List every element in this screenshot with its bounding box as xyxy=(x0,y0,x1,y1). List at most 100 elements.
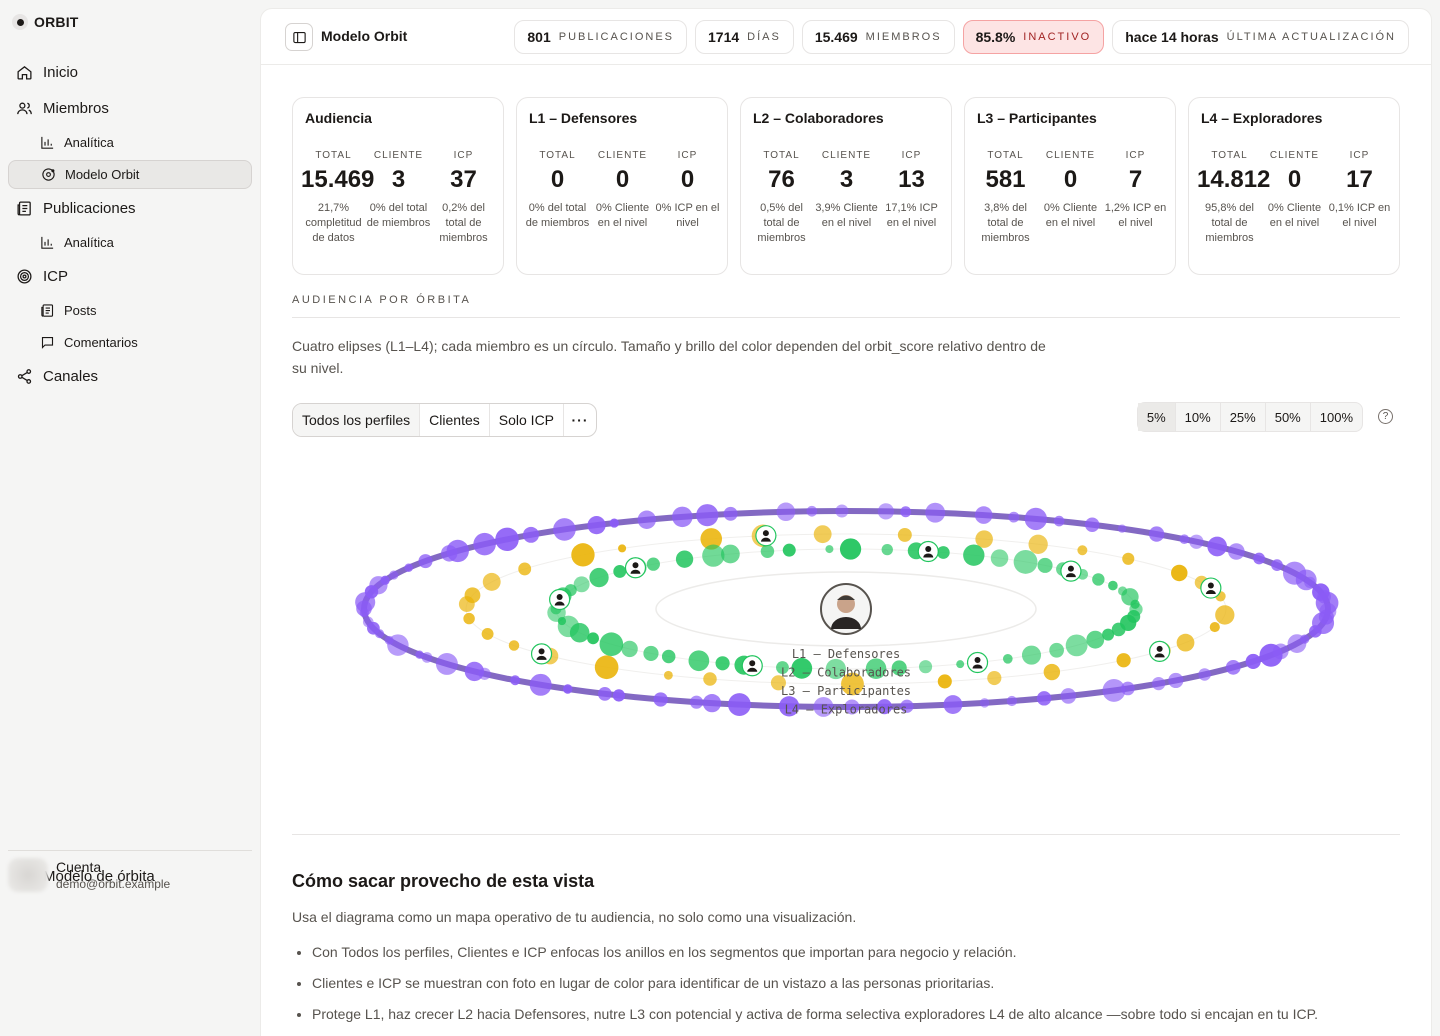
sidebar-item-icp[interactable]: ICP xyxy=(8,260,252,292)
member-dot-l2[interactable] xyxy=(1130,599,1140,609)
filter-button[interactable]: Solo ICP xyxy=(490,404,565,436)
sidebar-item-publicaciones[interactable]: Publicaciones xyxy=(8,192,252,224)
member-dot-l4[interactable] xyxy=(776,502,796,522)
member-dot-l2[interactable] xyxy=(675,550,694,568)
member-dot-l2[interactable] xyxy=(1021,645,1042,665)
member-dot-l4[interactable] xyxy=(1198,668,1211,681)
member-dot-l4[interactable] xyxy=(637,510,657,529)
member-dot-l2[interactable] xyxy=(720,544,740,564)
member-dot-l3[interactable] xyxy=(663,670,673,680)
member-dot-l3[interactable] xyxy=(1215,605,1235,625)
member-dot-l4[interactable] xyxy=(473,532,496,556)
member-dot-l2[interactable] xyxy=(643,645,659,661)
member-dot-l4[interactable] xyxy=(1245,653,1261,669)
member-dot-l4[interactable] xyxy=(1008,511,1020,523)
icp-member-avatar[interactable] xyxy=(1200,577,1222,599)
member-dot-l4[interactable] xyxy=(389,570,399,580)
sidebar-item-comentarios[interactable]: Comentarios xyxy=(8,328,252,357)
brand-logo[interactable]: ORBIT xyxy=(12,14,79,30)
member-dot-l3[interactable] xyxy=(703,672,717,686)
member-dot-l2[interactable] xyxy=(1002,653,1013,664)
sidebar-item-modelo-orbit[interactable]: Modelo Orbit xyxy=(8,160,252,189)
sidebar-item-inicio[interactable]: Inicio xyxy=(8,56,252,88)
icp-member-avatar[interactable] xyxy=(1149,640,1171,662)
member-dot-l4[interactable] xyxy=(1168,672,1184,689)
member-dot-l2[interactable] xyxy=(688,650,710,672)
percentage-button[interactable]: 5% xyxy=(1137,403,1176,431)
member-dot-l4[interactable] xyxy=(723,506,738,521)
member-dot-l3[interactable] xyxy=(481,627,494,640)
icp-member-avatar[interactable] xyxy=(624,557,647,579)
member-dot-l2[interactable] xyxy=(963,544,985,566)
member-dot-l4[interactable] xyxy=(1207,536,1228,557)
filter-button[interactable]: Clientes xyxy=(420,404,490,436)
icp-member-avatar[interactable] xyxy=(741,655,763,677)
sidebar-item-miembros[interactable]: Miembros xyxy=(8,92,252,124)
member-dot-l3[interactable] xyxy=(482,572,501,591)
member-dot-l2[interactable] xyxy=(825,545,834,554)
member-dot-l4[interactable] xyxy=(1151,676,1166,691)
member-dot-l4[interactable] xyxy=(925,502,946,523)
member-dot-l4[interactable] xyxy=(806,505,818,517)
member-dot-l4[interactable] xyxy=(587,516,606,535)
member-dot-l2[interactable] xyxy=(782,543,796,557)
member-dot-l3[interactable] xyxy=(1077,545,1088,556)
member-dot-l4[interactable] xyxy=(1036,691,1052,706)
member-dot-l4[interactable] xyxy=(900,506,912,518)
member-dot-l4[interactable] xyxy=(1060,688,1077,704)
member-dot-l4[interactable] xyxy=(653,692,668,707)
member-dot-l2[interactable] xyxy=(839,538,862,560)
member-dot-l4[interactable] xyxy=(728,693,751,716)
member-dot-l4[interactable] xyxy=(1259,643,1283,667)
member-dot-l4[interactable] xyxy=(1179,534,1190,545)
member-dot-l2[interactable] xyxy=(613,565,627,578)
member-dot-l4[interactable] xyxy=(404,563,413,573)
member-dot-l4[interactable] xyxy=(510,675,521,686)
member-dot-l4[interactable] xyxy=(435,652,458,675)
member-dot-l3[interactable] xyxy=(463,612,475,625)
member-dot-l4[interactable] xyxy=(1148,526,1165,542)
member-dot-l2[interactable] xyxy=(599,632,624,657)
icp-member-avatar[interactable] xyxy=(1060,560,1082,582)
member-dot-l2[interactable] xyxy=(715,656,730,671)
member-dot-l3[interactable] xyxy=(594,655,619,680)
sidebar-item-posts[interactable]: Posts xyxy=(8,296,252,325)
member-dot-l4[interactable] xyxy=(446,539,469,563)
member-dot-l2[interactable] xyxy=(621,640,638,658)
filter-button[interactable]: Todos los perfiles xyxy=(293,404,421,436)
member-dot-l3[interactable] xyxy=(975,530,993,548)
member-dot-l3[interactable] xyxy=(571,543,595,567)
member-dot-l2[interactable] xyxy=(661,649,676,664)
member-dot-l3[interactable] xyxy=(1171,564,1188,582)
member-dot-l3[interactable] xyxy=(1209,622,1220,633)
member-dot-l4[interactable] xyxy=(380,575,390,585)
member-dot-l4[interactable] xyxy=(943,695,963,715)
icp-member-avatar[interactable] xyxy=(530,643,553,665)
more-options-button[interactable]: ··· xyxy=(564,404,596,436)
member-dot-l3[interactable] xyxy=(508,640,520,651)
member-dot-l4[interactable] xyxy=(1287,634,1307,653)
member-dot-l4[interactable] xyxy=(877,503,895,520)
percentage-button[interactable]: 100% xyxy=(1311,403,1362,431)
icp-member-avatar[interactable] xyxy=(549,588,571,611)
member-dot-l4[interactable] xyxy=(523,526,539,543)
member-dot-l2[interactable] xyxy=(1065,634,1088,657)
member-dot-l4[interactable] xyxy=(418,554,433,569)
sidebar-toggle-button[interactable] xyxy=(285,23,313,51)
member-dot-l2[interactable] xyxy=(919,660,933,674)
member-dot-l2[interactable] xyxy=(589,567,609,588)
member-dot-l4[interactable] xyxy=(702,694,722,713)
member-dot-l2[interactable] xyxy=(881,543,893,556)
member-dot-l2[interactable] xyxy=(936,546,950,559)
member-dot-l2[interactable] xyxy=(1086,630,1105,649)
member-dot-l4[interactable] xyxy=(1228,543,1245,560)
member-dot-l3[interactable] xyxy=(897,527,912,542)
member-dot-l4[interactable] xyxy=(1309,625,1322,638)
central-avatar[interactable] xyxy=(820,583,872,635)
member-dot-l2[interactable] xyxy=(760,544,775,558)
member-dot-l4[interactable] xyxy=(1024,507,1047,531)
member-dot-l3[interactable] xyxy=(1043,663,1061,681)
member-dot-l4[interactable] xyxy=(1053,515,1065,527)
member-dot-l2[interactable] xyxy=(956,660,965,669)
member-dot-l4[interactable] xyxy=(597,686,612,701)
